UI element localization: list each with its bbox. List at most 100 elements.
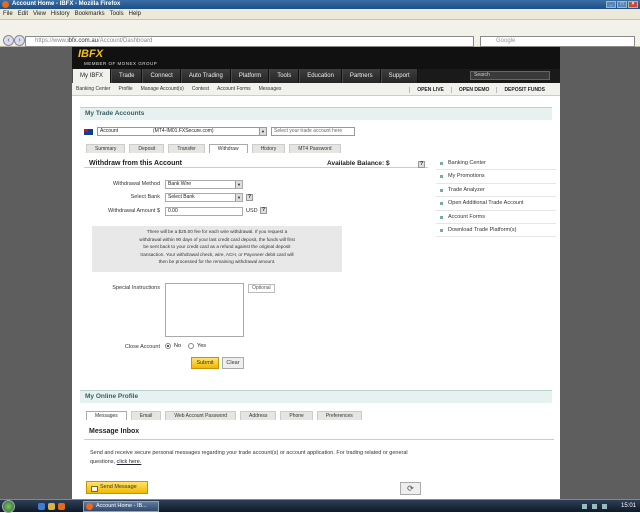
- tab-email[interactable]: Email: [130, 411, 162, 420]
- menu-tools[interactable]: Tools: [110, 11, 124, 17]
- menu-view[interactable]: View: [33, 11, 46, 17]
- withdraw-title: Withdraw from this Account: [89, 160, 183, 167]
- taskbar-item-label: Account Home - IB...: [96, 503, 147, 509]
- window-title: Account Home - IBFX - Mozilla Firefox: [12, 1, 121, 7]
- account-search-input[interactable]: Select your trade account here: [271, 127, 355, 136]
- withdrawal-amount-input[interactable]: 0.00: [165, 207, 243, 216]
- close-yes-label: Yes: [197, 343, 207, 349]
- menu-history[interactable]: History: [51, 11, 70, 17]
- notice-line: transaction. Your withdrawal check, wire…: [140, 251, 294, 257]
- volume-icon[interactable]: [592, 504, 597, 509]
- tab-support[interactable]: Support: [380, 69, 418, 83]
- tab-preferences[interactable]: Preferences: [316, 411, 362, 420]
- withdrawal-method-value: Bank Wire: [168, 181, 192, 187]
- withdrawal-amount-label: Withdrawal Amount $: [108, 208, 160, 214]
- open-links: OPEN LIVE OPEN DEMO DEPOSIT FUNDS: [409, 83, 552, 96]
- menu-help[interactable]: Help: [129, 11, 141, 17]
- tab-auto-trading[interactable]: Auto Trading: [180, 69, 231, 83]
- tab-messages[interactable]: Messages: [86, 411, 127, 420]
- withdrawal-method-select[interactable]: Bank Wire ▼: [165, 180, 243, 189]
- tab-partners[interactable]: Partners: [341, 69, 381, 83]
- open-demo-link[interactable]: OPEN DEMO: [450, 86, 497, 93]
- message-inbox-text: Send and receive secure personal message…: [90, 449, 420, 467]
- open-live-link[interactable]: OPEN LIVE: [409, 86, 451, 93]
- subnav-profile[interactable]: Profile: [118, 86, 132, 92]
- subtab-mt4-password[interactable]: MT4 Password: [289, 144, 341, 153]
- select-bank-select[interactable]: Select Bank ▼: [165, 193, 243, 202]
- help-icon[interactable]: ?: [260, 207, 267, 214]
- ie-icon[interactable]: [38, 503, 45, 510]
- sidebar-item-account-forms[interactable]: Account Forms: [436, 211, 556, 224]
- taskbar-item-firefox[interactable]: Account Home - IB...: [83, 501, 159, 512]
- select-bank-label: Select Bank: [130, 194, 160, 200]
- tab-trade[interactable]: Trade: [111, 69, 143, 83]
- clock[interactable]: 15:01: [621, 501, 636, 512]
- subnav-banking-center[interactable]: Banking Center: [76, 86, 110, 92]
- profile-subtabs: Messages Email Web Account Password Addr…: [86, 411, 362, 420]
- sidebar-item-banking-center[interactable]: Banking Center: [436, 157, 556, 171]
- subtab-summary[interactable]: Summary: [86, 144, 126, 153]
- menu-bookmarks[interactable]: Bookmarks: [75, 11, 105, 17]
- subtab-transfer[interactable]: Transfer: [168, 144, 205, 153]
- browser-search-input[interactable]: Google: [480, 36, 635, 47]
- notice-line: withdrawal within 90 days of your last c…: [139, 236, 295, 242]
- sidebar-item-open-additional-account[interactable]: Open Additional Trade Account: [436, 197, 556, 211]
- send-message-button[interactable]: Send Message: [86, 481, 148, 494]
- site-search-placeholder: Search: [474, 72, 490, 78]
- back-icon[interactable]: ‹: [3, 35, 14, 46]
- main-nav: My IBFX Trade Connect Auto Trading Platf…: [72, 69, 560, 83]
- tab-tools[interactable]: Tools: [269, 69, 300, 83]
- tab-platform[interactable]: Platform: [230, 69, 270, 83]
- tab-address[interactable]: Address: [240, 411, 277, 420]
- click-here-link[interactable]: click here.: [117, 459, 142, 465]
- maximize-icon[interactable]: □: [617, 1, 627, 8]
- minimize-icon[interactable]: _: [606, 1, 616, 8]
- firefox-launch-icon[interactable]: [58, 503, 65, 510]
- subtab-withdraw[interactable]: Withdraw: [208, 144, 248, 153]
- address-bar[interactable]: https://www.ibfx.com.au/Account/Dashboar…: [25, 36, 474, 47]
- notice-line: then be processed for the remaining with…: [158, 259, 276, 265]
- account-label: Account: [100, 128, 119, 134]
- site-search-input[interactable]: Search: [470, 71, 550, 80]
- send-message-label: Send Message: [100, 484, 137, 490]
- tab-web-account-password[interactable]: Web Account Password: [165, 411, 237, 420]
- site-header: IBFX MEMBER OF MONEX GROUP: [72, 47, 560, 69]
- sidebar-item-download-platform[interactable]: Download Trade Platform(s): [436, 224, 556, 238]
- help-icon[interactable]: ?: [246, 194, 253, 201]
- help-icon[interactable]: ?: [418, 161, 425, 168]
- subtab-history[interactable]: History: [251, 144, 286, 153]
- special-instructions-textarea[interactable]: [165, 283, 244, 337]
- subnav-messages[interactable]: Messages: [259, 86, 282, 92]
- site-container: IBFX MEMBER OF MONEX GROUP My IBFX Trade…: [72, 47, 560, 499]
- close-yes-radio[interactable]: [188, 343, 195, 349]
- folder-icon[interactable]: [48, 503, 55, 510]
- subnav-manage-accounts[interactable]: Manage Account(s): [141, 86, 184, 92]
- close-no-radio[interactable]: [165, 343, 171, 349]
- brand-subtitle: MEMBER OF MONEX GROUP: [84, 61, 158, 66]
- forward-icon[interactable]: ›: [14, 35, 25, 46]
- clear-button[interactable]: Clear: [222, 357, 244, 369]
- sidebar-item-my-promotions[interactable]: My Promotions: [436, 170, 556, 184]
- account-select[interactable]: Account (MT4-IM01.FXSecure.com) ▼: [97, 127, 267, 136]
- subtab-deposit[interactable]: Deposit: [129, 144, 165, 153]
- tab-phone[interactable]: Phone: [280, 411, 313, 420]
- refresh-icon[interactable]: ⟳: [400, 482, 421, 495]
- menu-file[interactable]: File: [3, 11, 13, 17]
- tab-education[interactable]: Education: [299, 69, 342, 83]
- network-icon[interactable]: [582, 504, 587, 509]
- brand-logo[interactable]: IBFX: [78, 48, 103, 60]
- close-icon[interactable]: ×: [628, 1, 638, 8]
- subnav-contest[interactable]: Contest: [192, 86, 209, 92]
- start-button[interactable]: [2, 500, 15, 513]
- sidebar-item-trade-analyzer[interactable]: Trade Analyzer: [436, 184, 556, 198]
- deposit-funds-link[interactable]: DEPOSIT FUNDS: [496, 86, 552, 93]
- trade-subtabs: Summary Deposit Transfer Withdraw Histor…: [86, 144, 341, 153]
- flag-icon[interactable]: [602, 504, 607, 509]
- menu-edit[interactable]: Edit: [18, 11, 28, 17]
- optional-badge: Optional: [248, 284, 275, 293]
- tab-connect[interactable]: Connect: [142, 69, 181, 83]
- tab-my-ibfx[interactable]: My IBFX: [72, 69, 112, 83]
- account-selector-row: Account (MT4-IM01.FXSecure.com) ▼ Select…: [84, 127, 355, 136]
- submit-button[interactable]: Submit: [191, 357, 219, 369]
- subnav-account-forms[interactable]: Account Forms: [217, 86, 251, 92]
